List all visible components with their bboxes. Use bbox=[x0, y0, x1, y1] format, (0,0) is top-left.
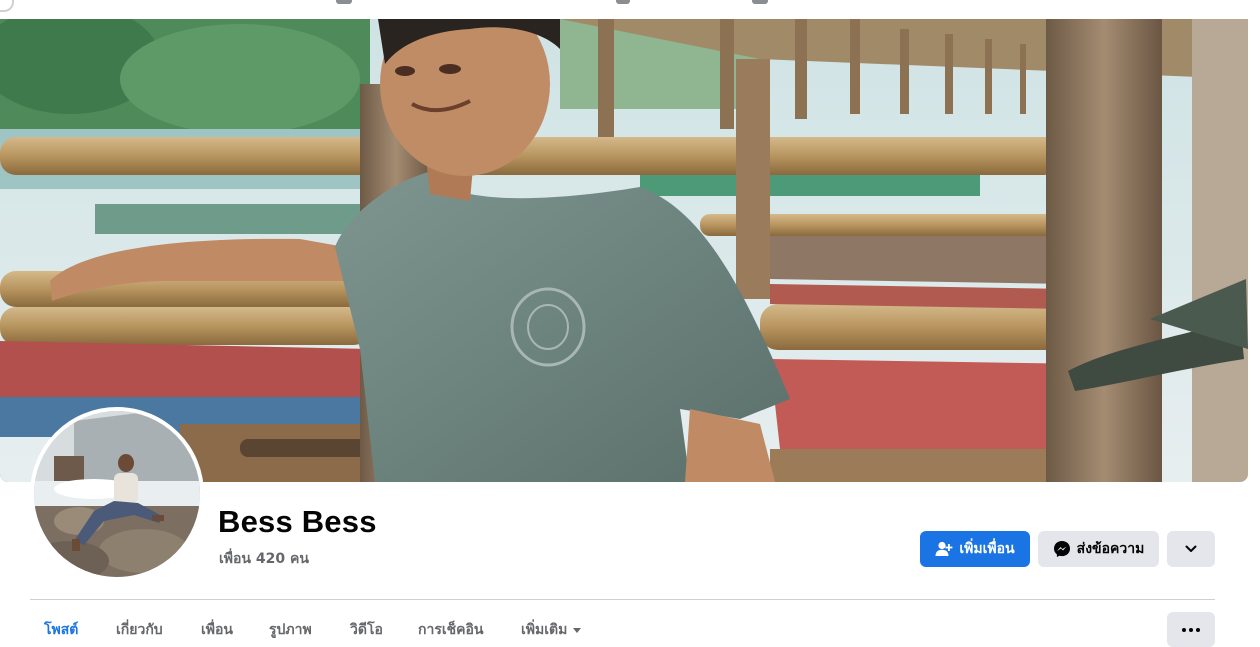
nav-tab-indicator[interactable] bbox=[616, 0, 630, 4]
friends-count[interactable]: เพื่อน 420 คน bbox=[219, 548, 309, 570]
profile-divider bbox=[30, 599, 1215, 600]
tab-more-label: เพิ่มเติม bbox=[521, 622, 568, 638]
send-message-button[interactable]: ส่งข้อความ bbox=[1038, 531, 1159, 567]
send-message-label: ส่งข้อความ bbox=[1076, 541, 1145, 557]
chevron-down-icon bbox=[1185, 541, 1197, 557]
nav-tab-indicator[interactable] bbox=[752, 0, 768, 4]
cover-photo[interactable] bbox=[0, 19, 1248, 482]
tab-posts[interactable]: โพสต์ bbox=[44, 619, 78, 641]
window-corner bbox=[0, 0, 14, 12]
tab-checkins[interactable]: การเช็คอิน bbox=[418, 619, 484, 641]
tab-videos[interactable]: วิดีโอ bbox=[350, 619, 383, 641]
profile-picture[interactable] bbox=[30, 407, 204, 581]
tab-more[interactable]: เพิ่มเติม bbox=[521, 619, 582, 641]
dot bbox=[1196, 627, 1200, 632]
top-navigation-edge bbox=[0, 0, 1260, 19]
messenger-icon bbox=[1053, 540, 1071, 558]
add-friend-icon bbox=[935, 541, 953, 557]
tab-about[interactable]: เกี่ยวกับ bbox=[116, 619, 163, 641]
avatar[interactable] bbox=[34, 411, 200, 577]
add-friend-label: เพิ่มเพื่อน bbox=[959, 541, 1015, 557]
dot bbox=[1189, 627, 1193, 632]
caret-down-icon bbox=[573, 627, 582, 633]
tab-friends[interactable]: เพื่อน bbox=[201, 619, 233, 641]
more-options-button[interactable] bbox=[1167, 612, 1215, 647]
profile-options-button[interactable] bbox=[1167, 531, 1215, 567]
add-friend-button[interactable]: เพิ่มเพื่อน bbox=[920, 531, 1030, 567]
nav-tab-indicator[interactable] bbox=[336, 0, 352, 4]
page-margin bbox=[1252, 19, 1260, 647]
profile-name: Bess Bess bbox=[218, 504, 377, 539]
tab-photos[interactable]: รูปภาพ bbox=[269, 619, 312, 641]
dot bbox=[1182, 627, 1186, 632]
